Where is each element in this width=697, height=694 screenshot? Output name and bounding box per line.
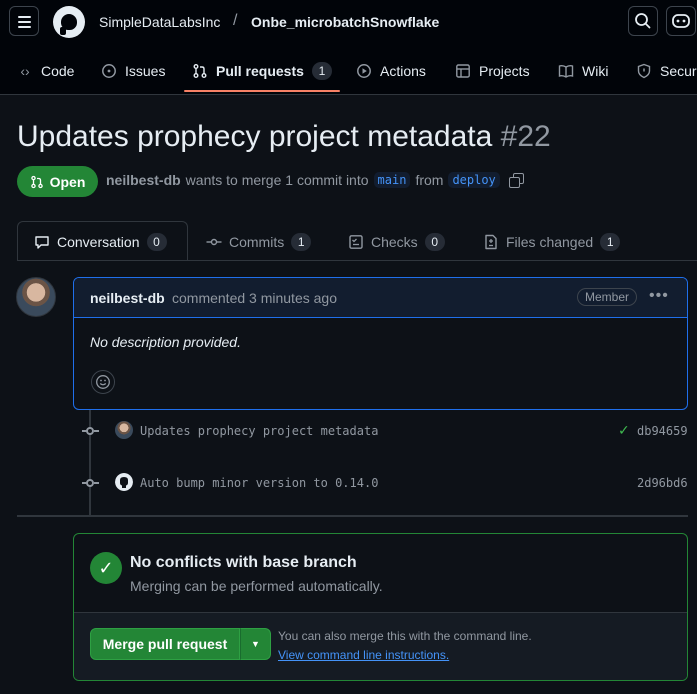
github-logo-icon[interactable] [53, 6, 85, 38]
merge-status-title: No conflicts with base branch [130, 554, 357, 571]
base-branch-link[interactable]: main [373, 172, 411, 188]
commit-sha-link[interactable]: db94659 [637, 424, 688, 438]
table-icon [456, 64, 470, 78]
pr-author-link[interactable]: neilbest-db [106, 172, 181, 188]
shield-icon [637, 63, 651, 79]
avatar[interactable] [16, 277, 56, 317]
tab-security[interactable]: Secur [636, 62, 697, 80]
tab-security-label: Secur [660, 63, 697, 79]
comment-icon [35, 236, 49, 249]
commit-dot-icon [86, 427, 94, 435]
tab-projects-label: Projects [479, 63, 530, 79]
tab-issues-label: Issues [125, 63, 166, 79]
pr-meta: neilbest-db wants to merge 1 commit into… [106, 172, 524, 188]
commit-dot-icon [86, 479, 94, 487]
check-icon[interactable]: ✓ [618, 422, 630, 439]
commit-icon [206, 238, 222, 246]
timeline-connector [94, 430, 99, 432]
tab-actions-label: Actions [380, 63, 426, 79]
files-changed-counter: 1 [600, 233, 621, 251]
search-button[interactable] [628, 6, 658, 36]
conversation-counter: 0 [146, 233, 167, 251]
tab-actions[interactable]: Actions [356, 62, 426, 80]
pull-request-icon [193, 64, 207, 78]
tab-checks-label: Checks [371, 234, 418, 250]
tab-checks[interactable]: Checks 0 [348, 233, 445, 251]
timeline-connector [94, 482, 99, 484]
status-badge-label: Open [49, 173, 86, 190]
pr-title: Updates prophecy project metadata [17, 120, 493, 153]
pr-merge-text: wants to merge 1 commit into [185, 172, 369, 188]
comment-box: neilbest-db commented 3 minutes ago Memb… [73, 277, 688, 410]
command-line-instructions-link[interactable]: View command line instructions. [278, 648, 449, 662]
pull-request-icon [30, 175, 43, 188]
merge-status: ✓ No conflicts with base branch Merging … [74, 534, 687, 613]
tab-wiki[interactable]: Wiki [558, 62, 608, 80]
status-badge: Open [17, 166, 98, 197]
tab-code[interactable]: ‹› Code [17, 62, 74, 80]
checklist-icon [349, 235, 363, 249]
app-header: SimpleDataLabsInc / Onbe_microbatchSnowf… [0, 0, 697, 95]
merge-options-dropdown[interactable]: ▼ [240, 628, 271, 660]
tab-files-changed[interactable]: Files changed 1 [483, 233, 621, 251]
merge-actions: Merge pull request ▼ You can also merge … [74, 613, 687, 680]
breadcrumb-separator: / [233, 12, 238, 29]
tab-conversation-label: Conversation [57, 234, 140, 250]
book-icon [558, 64, 574, 78]
active-tab-indicator [184, 90, 340, 92]
commit-sha-link[interactable]: 2d96bd6 [637, 476, 688, 490]
pr-from-text: from [415, 172, 444, 188]
tab-pull-requests[interactable]: Pull requests 1 [192, 62, 332, 80]
tab-files-changed-label: Files changed [506, 234, 594, 250]
menu-button[interactable] [9, 6, 39, 36]
play-icon [357, 64, 371, 78]
smiley-icon [96, 375, 110, 389]
github-actions-avatar-icon[interactable] [115, 473, 133, 491]
search-icon [635, 13, 651, 29]
copy-icon[interactable] [508, 173, 524, 188]
comment-options-button[interactable]: ••• [649, 287, 669, 305]
tab-conversation[interactable]: Conversation 0 [34, 233, 167, 251]
pull-requests-counter: 1 [311, 62, 332, 80]
merge-status-subtitle: Merging can be performed automatically. [130, 578, 383, 594]
tab-projects[interactable]: Projects [455, 62, 530, 80]
member-badge: Member [577, 288, 638, 306]
avatar[interactable] [115, 421, 133, 439]
copilot-button[interactable] [666, 6, 696, 36]
triangle-down-icon: ▼ [251, 639, 260, 649]
pr-number: #22 [500, 120, 551, 153]
check-circle-icon: ✓ [90, 552, 122, 584]
commit-message-link[interactable]: Updates prophecy project metadata [140, 424, 378, 438]
comment-timestamp[interactable]: commented 3 minutes ago [172, 290, 337, 306]
tabs-divider [17, 260, 697, 261]
comment-author-link[interactable]: neilbest-db [90, 290, 165, 306]
commits-counter: 1 [291, 233, 312, 251]
code-icon: ‹› [20, 63, 30, 79]
add-reaction-button[interactable] [91, 370, 115, 394]
repo-name-link[interactable]: Onbe_microbatchSnowflake [251, 14, 439, 30]
merge-box: ✓ No conflicts with base branch Merging … [73, 533, 688, 681]
copilot-icon [672, 14, 690, 28]
tab-commits[interactable]: Commits 1 [206, 233, 312, 251]
page-title: Updates prophecy project metadata #22 [17, 120, 551, 154]
tab-wiki-label: Wiki [582, 63, 609, 79]
tab-commits-label: Commits [229, 234, 285, 250]
tab-pull-requests-label: Pull requests [216, 63, 304, 79]
commit-message-link[interactable]: Auto bump minor version to 0.14.0 [140, 476, 378, 490]
repo-owner-link[interactable]: SimpleDataLabsInc [99, 14, 220, 30]
file-diff-icon [485, 234, 497, 250]
head-branch-link[interactable]: deploy [448, 172, 500, 188]
comment-body: No description provided. [90, 334, 241, 350]
comment-header: neilbest-db commented 3 minutes ago Memb… [74, 278, 687, 318]
issue-icon [102, 64, 116, 78]
timeline-line [89, 410, 91, 516]
command-line-hint: You can also merge this with the command… [278, 629, 532, 643]
tab-issues[interactable]: Issues [101, 62, 165, 80]
timeline-divider [17, 515, 688, 517]
checks-counter: 0 [424, 233, 445, 251]
merge-pull-request-button[interactable]: Merge pull request [90, 628, 240, 660]
tab-code-label: Code [41, 63, 75, 79]
